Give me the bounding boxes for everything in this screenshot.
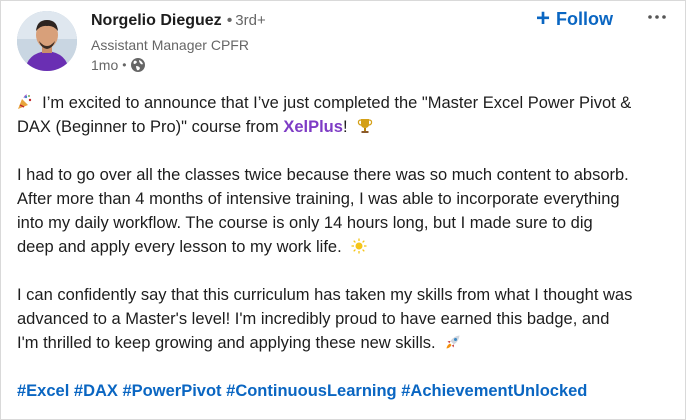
mention-suffix: ! bbox=[342, 118, 348, 136]
post-meta: 1mo • bbox=[91, 57, 146, 73]
post-line: into my daily workflow. The course is on… bbox=[17, 214, 593, 232]
hashtag-row: #Excel #DAX #PowerPivot #ContinuousLearn… bbox=[17, 379, 677, 403]
post-time: 1mo bbox=[91, 57, 119, 73]
hashtag-excel[interactable]: #Excel bbox=[17, 382, 69, 400]
connection-degree: 3rd+ bbox=[235, 12, 266, 29]
mention-link[interactable]: XelPlus bbox=[283, 118, 343, 136]
degree-separator: • bbox=[226, 12, 233, 29]
hashtag-continuouslearning[interactable]: #ContinuousLearning bbox=[226, 382, 397, 400]
trophy-icon bbox=[357, 117, 373, 133]
post-line: I’m excited to announce that I’ve just c… bbox=[17, 91, 677, 115]
more-options-icon[interactable] bbox=[643, 7, 671, 27]
post-line: advanced to a Master's level! I'm incred… bbox=[17, 310, 610, 328]
party-popper-icon bbox=[17, 93, 33, 109]
post-line: deep and apply every lesson to my work l… bbox=[17, 235, 677, 259]
hashtag-powerpivot[interactable]: #PowerPivot bbox=[123, 382, 222, 400]
hashtag-achievementunlocked[interactable]: #AchievementUnlocked bbox=[401, 382, 587, 400]
post-line: I can confidently say that this curricul… bbox=[17, 286, 633, 304]
profile-photo bbox=[17, 11, 77, 71]
post-line-text: I'm thrilled to keep growing and applyin… bbox=[17, 334, 436, 352]
post-paragraph-1-line-2: DAX (Beginner to Pro)" course from bbox=[17, 118, 279, 136]
post-paragraph-1-line-1: I’m excited to announce that I’ve just c… bbox=[42, 94, 632, 112]
follow-button[interactable]: + Follow bbox=[536, 7, 613, 31]
post-line: After more than 4 months of intensive tr… bbox=[17, 190, 620, 208]
plus-icon: + bbox=[536, 5, 551, 32]
post-line: I'm thrilled to keep growing and applyin… bbox=[17, 331, 677, 355]
post-card: Norgelio Dieguez • 3rd+ Assistant Manager … bbox=[0, 0, 686, 420]
post-line-text: deep and apply every lesson to my work l… bbox=[17, 238, 342, 256]
post-line: DAX (Beginner to Pro)" course from XelPl… bbox=[17, 115, 677, 139]
author-line: Norgelio Dieguez • 3rd+ bbox=[91, 12, 266, 30]
globe-icon bbox=[130, 57, 146, 73]
meta-dot: • bbox=[122, 58, 127, 72]
author-avatar[interactable] bbox=[17, 11, 77, 71]
post-line: I had to go over all the classes twice b… bbox=[17, 166, 629, 184]
rocket-icon bbox=[445, 333, 461, 349]
post-body: I’m excited to announce that I’ve just c… bbox=[17, 91, 677, 403]
author-name[interactable]: Norgelio Dieguez bbox=[91, 12, 222, 29]
author-headline: Assistant Manager CPFR bbox=[91, 37, 249, 53]
sparkle-sun-icon bbox=[351, 237, 367, 254]
hashtag-dax[interactable]: #DAX bbox=[74, 382, 118, 400]
follow-label: Follow bbox=[556, 8, 614, 29]
